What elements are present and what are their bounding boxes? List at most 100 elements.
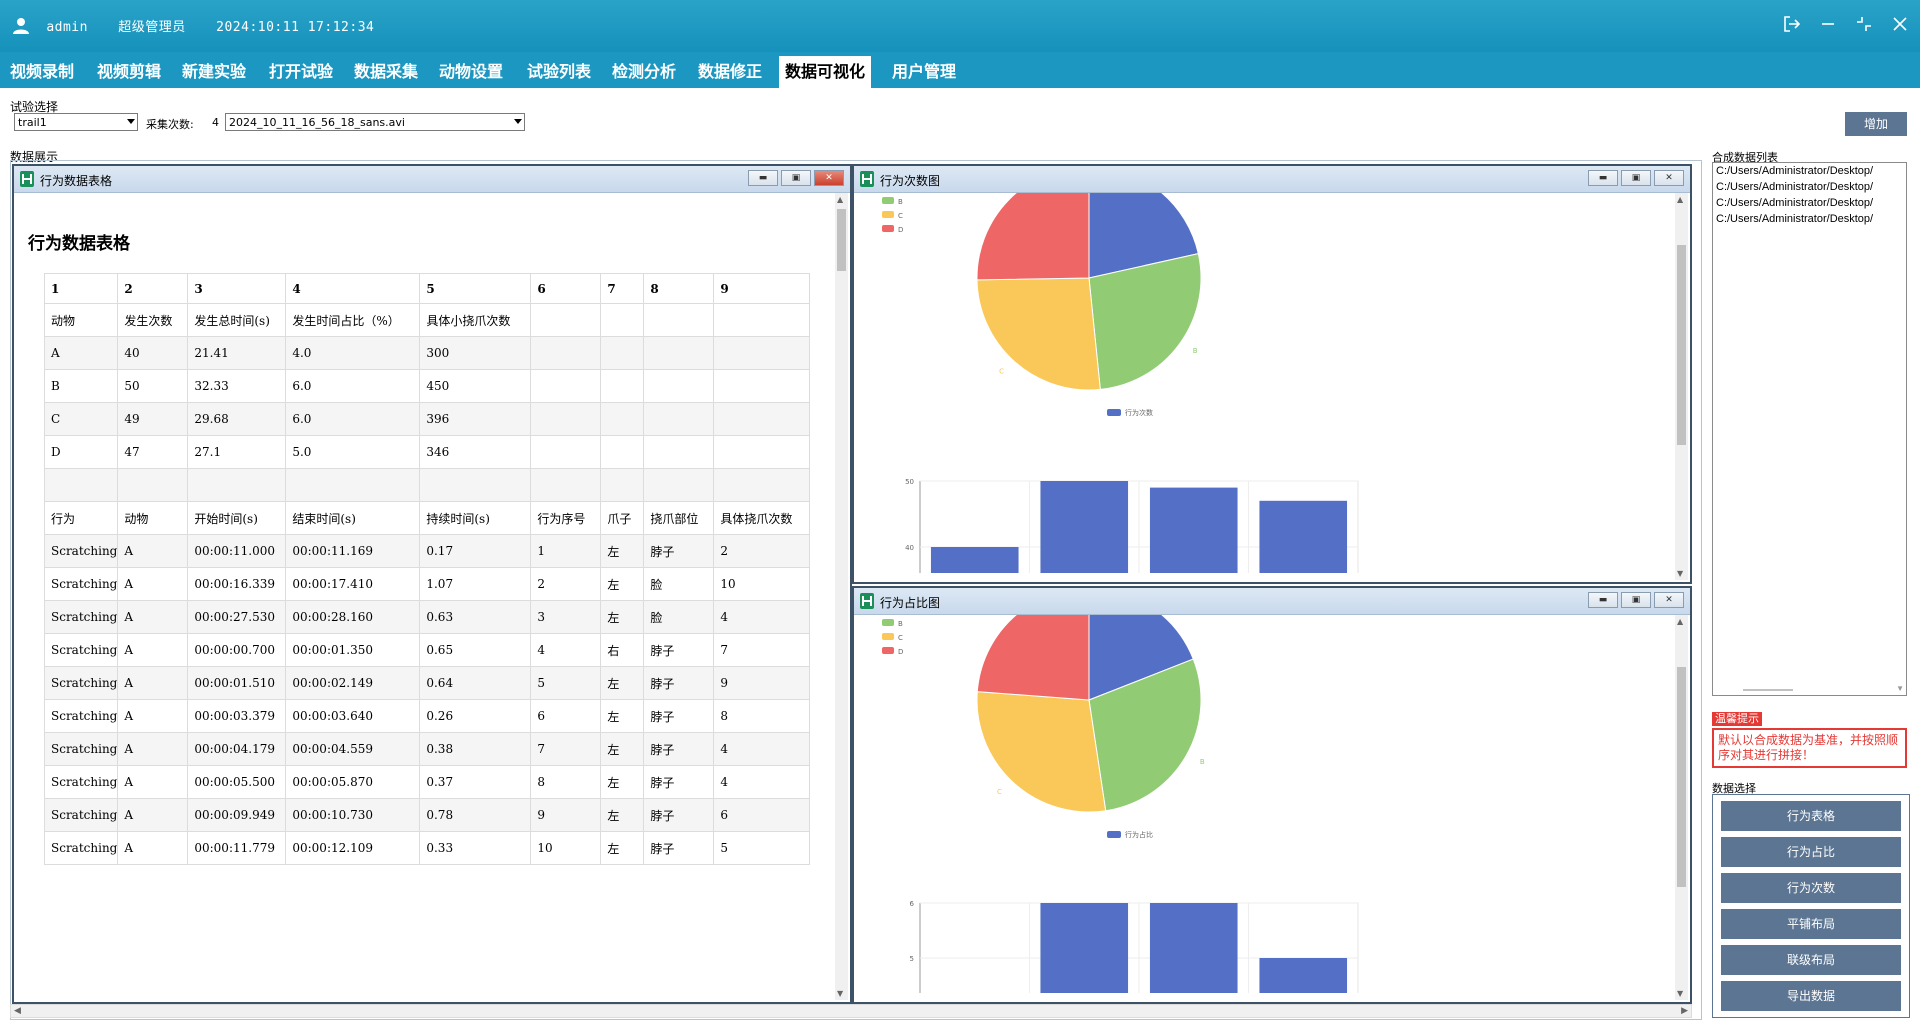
- close-icon[interactable]: [1890, 14, 1910, 34]
- table-cell: 挠爪部位: [643, 501, 715, 535]
- horizontal-scrollbar[interactable]: ◀ ▶: [10, 1004, 1692, 1018]
- count-value: 4: [212, 116, 219, 129]
- main-menu: 视频录制 视频剪辑 新建实验 打开试验 数据采集 动物设置 试验列表 检测分析 …: [0, 52, 1920, 88]
- table-cell: 发生总时间(s): [187, 303, 287, 337]
- table-scrollbar[interactable]: ▲ ▼: [835, 193, 848, 1000]
- table-cell: 00:00:00.700: [187, 633, 287, 667]
- chart-scrollbar[interactable]: ▲ ▼: [1675, 615, 1688, 1000]
- menu-new-experiment[interactable]: 新建实验: [176, 56, 252, 88]
- table-cell: 左: [600, 567, 645, 601]
- export-data-button[interactable]: 导出数据: [1721, 981, 1901, 1011]
- maximize-button[interactable]: ▣: [781, 170, 811, 186]
- table-cell: 0.38: [419, 732, 532, 766]
- menu-data-correction[interactable]: 数据修正: [692, 56, 768, 88]
- file-select[interactable]: 2024_10_11_16_56_18_sans.avi: [225, 113, 525, 131]
- bar: [1259, 958, 1348, 993]
- table-cell: 21.41: [187, 336, 287, 370]
- menu-open-experiment[interactable]: 打开试验: [263, 56, 339, 88]
- scroll-thumb[interactable]: [1677, 667, 1686, 887]
- table-row: Scratching A 00:00:01.510 00:00:02.149 0.64 5…: [43, 666, 811, 700]
- count-label: 采集次数:: [146, 118, 194, 131]
- table-cell: [187, 468, 287, 502]
- table-row: B 50 32.33 6.0 450: [43, 369, 811, 403]
- scroll-down-icon[interactable]: ▼: [1896, 684, 1904, 693]
- table-cell: Scratching: [43, 831, 119, 865]
- ratio-chart-window: 行为占比图 ▬ ▣ ✕ ABCDBCD行为占比654 ▲ ▼: [852, 586, 1692, 1004]
- table-cell: A: [43, 336, 119, 370]
- list-item[interactable]: C:/Users/Administrator/Desktop/: [1713, 195, 1906, 211]
- tile-layout-button[interactable]: 平铺布局: [1721, 909, 1901, 939]
- table-cell: 4: [530, 633, 602, 667]
- close-button[interactable]: ✕: [1654, 592, 1684, 608]
- window-title: 行为数据表格: [40, 174, 113, 188]
- cascade-layout-button[interactable]: 联级布局: [1721, 945, 1901, 975]
- chart-scrollbar[interactable]: ▲ ▼: [1675, 193, 1688, 580]
- minimize-button[interactable]: ▬: [1588, 592, 1618, 608]
- scroll-left-icon[interactable]: ◀: [14, 1006, 21, 1016]
- list-item[interactable]: C:/Users/Administrator/Desktop/: [1713, 211, 1906, 227]
- table-row: A 40 21.41 4.0 300: [43, 336, 811, 370]
- table-cell: 29.68: [187, 402, 287, 436]
- table-row: Scratching A 00:00:11.779 00:00:12.109 0.33 1…: [43, 831, 811, 865]
- scroll-up-icon[interactable]: ▲: [837, 195, 843, 204]
- menu-video-edit[interactable]: 视频剪辑: [91, 56, 167, 88]
- close-button[interactable]: ✕: [814, 170, 844, 186]
- scroll-down-icon[interactable]: ▼: [1677, 569, 1683, 578]
- restore-icon[interactable]: [1854, 14, 1874, 34]
- table-cell: [530, 303, 602, 337]
- list-item[interactable]: C:/Users/Administrator/Desktop/: [1713, 179, 1906, 195]
- scroll-right-icon[interactable]: ▶: [1681, 1006, 1688, 1016]
- horizontal-scroll-thumb[interactable]: [1743, 689, 1793, 691]
- table-cell: 7: [530, 732, 602, 766]
- minimize-button[interactable]: ▬: [748, 170, 778, 186]
- close-button[interactable]: ✕: [1654, 170, 1684, 186]
- minimize-icon[interactable]: [1818, 14, 1838, 34]
- table-cell: [713, 303, 811, 337]
- menu-data-collection[interactable]: 数据采集: [348, 56, 424, 88]
- table-cell: [600, 369, 645, 403]
- maximize-button[interactable]: ▣: [1621, 592, 1651, 608]
- table-cell: 发生次数: [117, 303, 189, 337]
- menu-user-management[interactable]: 用户管理: [886, 56, 962, 88]
- menu-trial-list[interactable]: 试验列表: [521, 56, 597, 88]
- scroll-down-icon[interactable]: ▼: [837, 989, 843, 998]
- list-item[interactable]: C:/Users/Administrator/Desktop/: [1713, 163, 1906, 179]
- behavior-ratio-button[interactable]: 行为占比: [1721, 837, 1901, 867]
- table-cell: 00:00:04.559: [285, 732, 421, 766]
- maximize-button[interactable]: ▣: [1621, 170, 1651, 186]
- menu-data-visualization[interactable]: 数据可视化: [779, 56, 872, 88]
- behavior-count-button[interactable]: 行为次数: [1721, 873, 1901, 903]
- behavior-table-button[interactable]: 行为表格: [1721, 801, 1901, 831]
- table-row: 行为 动物 开始时间(s) 结束时间(s) 持续时间(s) 行为序号 爪子 挠爪部位 具体挠爪次…: [43, 501, 811, 535]
- window-title: 行为次数图: [880, 174, 941, 188]
- scroll-thumb[interactable]: [1677, 245, 1686, 445]
- table-cell: 00:00:27.530: [187, 600, 287, 634]
- add-button[interactable]: 增加: [1845, 112, 1907, 136]
- app-icon: [860, 593, 874, 609]
- scroll-down-icon[interactable]: ▼: [1677, 989, 1683, 998]
- table-cell: A: [117, 534, 189, 568]
- minimize-button[interactable]: ▬: [1588, 170, 1618, 186]
- table-cell: 00:00:11.779: [187, 831, 287, 865]
- table-cell: 00:00:11.000: [187, 534, 287, 568]
- logout-icon[interactable]: [1782, 14, 1802, 34]
- app-icon: [20, 171, 34, 187]
- slice-label: C: [999, 368, 1004, 376]
- scroll-up-icon[interactable]: ▲: [1677, 195, 1683, 204]
- table-cell: 10: [713, 567, 811, 601]
- trial-select[interactable]: trail1: [14, 113, 138, 131]
- table-header-row: 123456789: [43, 273, 811, 304]
- menu-video-record[interactable]: 视频录制: [4, 56, 80, 88]
- table-cell: 脖子: [643, 765, 715, 799]
- table-cell: 396: [419, 402, 532, 436]
- legend-label: C: [898, 634, 903, 642]
- bar: [1149, 487, 1238, 573]
- table-cell: 6: [530, 273, 602, 304]
- menu-detection-analysis[interactable]: 检测分析: [606, 56, 682, 88]
- scroll-up-icon[interactable]: ▲: [1677, 617, 1683, 626]
- table-cell: 1: [43, 273, 119, 304]
- table-cell: Scratching: [43, 600, 119, 634]
- window-titlebar: 行为数据表格 ▬ ▣ ✕: [14, 166, 850, 193]
- scroll-thumb[interactable]: [837, 209, 846, 271]
- menu-animal-settings[interactable]: 动物设置: [433, 56, 509, 88]
